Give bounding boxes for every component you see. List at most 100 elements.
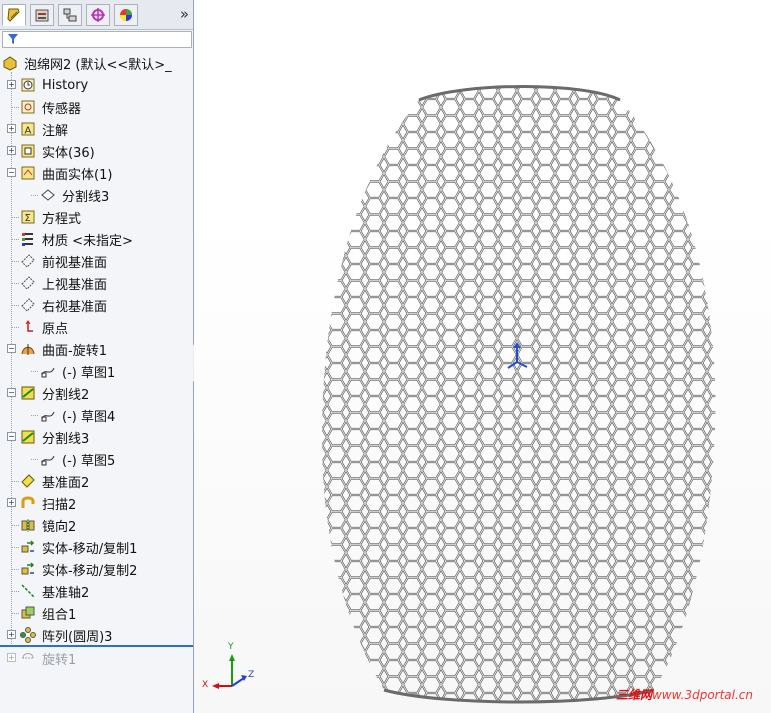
tree-item[interactable]: + A 注解 — [0, 118, 193, 140]
plane-icon — [20, 297, 36, 313]
origin-icon — [20, 319, 36, 335]
expand-panel-icon[interactable]: » — [180, 5, 189, 23]
graphics-viewport[interactable]: Y X Z 三维网www.3dportal.cn — [194, 0, 771, 713]
tree-item-label: 材质 <未指定> — [42, 233, 133, 249]
tree-item[interactable]: 分割线3 — [0, 184, 193, 206]
tree-item-label: 分割线3 — [62, 189, 110, 205]
tree-item[interactable]: 基准面2 — [0, 470, 193, 492]
tree-item-label: 分割线2 — [42, 387, 90, 403]
collapse-toggle-icon[interactable]: − — [7, 168, 16, 177]
tree-item[interactable]: 材质 <未指定> — [0, 228, 193, 250]
mesh-body — [321, 86, 716, 702]
plane-icon — [20, 253, 36, 269]
tree-branch-line — [12, 569, 19, 570]
view-triad: Y X Z — [202, 642, 262, 698]
tree-root-label: 泡绵网2 (默认<<默认>_ — [24, 57, 172, 73]
collapse-toggle-icon[interactable]: − — [7, 432, 16, 441]
tree-item[interactable]: − 分割线2 — [0, 382, 193, 404]
tree-item[interactable]: 传感器 — [0, 96, 193, 118]
tree-item[interactable]: (-) 草图4 — [0, 404, 193, 426]
tree-item-label: 实体-移动/复制1 — [42, 541, 138, 557]
svg-text:A: A — [25, 126, 32, 137]
tree-item[interactable]: + History — [0, 74, 193, 96]
tree-item[interactable]: + 实体(36) — [0, 140, 193, 162]
tree-branch-line — [12, 613, 19, 614]
tree-item-label: 实体-移动/复制2 — [42, 563, 138, 579]
combine-icon — [20, 605, 36, 621]
expand-toggle-icon[interactable]: + — [7, 630, 16, 639]
tree-item[interactable]: − 曲面-旋转1 — [0, 338, 193, 360]
mirror-icon — [20, 517, 36, 533]
revolve-icon — [20, 650, 36, 666]
history-icon — [20, 77, 36, 93]
dimxpert-tab[interactable] — [86, 4, 110, 26]
tree-item-label: 基准轴2 — [42, 585, 90, 601]
tree-root-part[interactable]: 泡绵网2 (默认<<默认>_ — [0, 52, 193, 74]
tree-branch-line — [31, 415, 38, 416]
tree-item-suppressed[interactable]: + 旋转1 — [0, 647, 193, 669]
tree-item[interactable]: 组合1 — [0, 602, 193, 624]
expand-toggle-icon[interactable]: + — [7, 653, 16, 662]
tree-item[interactable]: 基准轴2 — [0, 580, 193, 602]
tree-item[interactable]: 原点 — [0, 316, 193, 338]
configuration-manager-tab[interactable] — [58, 4, 82, 26]
feature-manager-panel: » 泡绵网2 (默认<<默认>_ + History 传感器 + A 注解 + 实体(36) − 曲… — [0, 0, 194, 713]
watermark-url: www.3dportal.cn — [651, 688, 753, 702]
display-manager-tab[interactable] — [114, 4, 138, 26]
tree-item-label: (-) 草图1 — [62, 365, 116, 381]
tree-item-label: 阵列(圆周)3 — [42, 629, 113, 645]
surface-bodies-icon — [20, 165, 36, 181]
tree-item-label: 曲面实体(1) — [42, 167, 113, 183]
tree-item-label: 分割线3 — [42, 431, 90, 447]
triad-y-label: Y — [228, 642, 234, 652]
tree-item[interactable]: 实体-移动/复制2 — [0, 558, 193, 580]
property-manager-tab[interactable] — [30, 4, 54, 26]
tree-item[interactable]: 镜向2 — [0, 514, 193, 536]
tree-item[interactable]: + 阵列(圆周)3 — [0, 624, 193, 646]
tree-item[interactable]: + 扫描2 — [0, 492, 193, 514]
move-copy-icon — [20, 561, 36, 577]
tree-branch-line — [31, 371, 38, 372]
part-icon — [2, 55, 18, 71]
triad-x-label: X — [202, 680, 209, 690]
triad-z-label: Z — [248, 670, 255, 680]
honeycomb-foam-model — [321, 85, 716, 704]
sensor-icon — [20, 99, 36, 115]
tree-item[interactable]: Σ 方程式 — [0, 206, 193, 228]
tree-item-label: 扫描2 — [42, 497, 77, 513]
collapse-toggle-icon[interactable]: − — [7, 388, 16, 397]
feature-manager-tab[interactable] — [2, 4, 26, 26]
tree-item[interactable]: 前视基准面 — [0, 250, 193, 272]
expand-toggle-icon[interactable]: + — [7, 498, 16, 507]
tree-item[interactable]: − 分割线3 — [0, 426, 193, 448]
watermark-cn: 三维网 — [615, 688, 652, 702]
tree-filter-input[interactable] — [2, 31, 192, 48]
tree-branch-line — [12, 547, 19, 548]
sweep-icon — [20, 495, 36, 511]
tree-item-label: 方程式 — [42, 211, 82, 227]
tree-item[interactable]: 实体-移动/复制1 — [0, 536, 193, 558]
tree-item[interactable]: (-) 草图5 — [0, 448, 193, 470]
watermark: 三维网www.3dportal.cn — [616, 686, 753, 703]
ref-plane-icon — [20, 473, 36, 489]
rollback-bar[interactable] — [0, 645, 193, 647]
tree-branch-line — [12, 591, 19, 592]
tree-item[interactable]: − 曲面实体(1) — [0, 162, 193, 184]
dimxpert-icon — [91, 8, 105, 22]
tree-branch-line — [12, 283, 19, 284]
tree-item-label: 曲面-旋转1 — [42, 343, 107, 359]
sketch-icon — [40, 451, 56, 467]
split-line-feature-icon — [20, 385, 36, 401]
tree-item[interactable]: (-) 草图1 — [0, 360, 193, 382]
sketch-icon — [40, 363, 56, 379]
sketch-icon — [40, 407, 56, 423]
expand-toggle-icon[interactable]: + — [7, 146, 16, 155]
expand-toggle-icon[interactable]: + — [7, 124, 16, 133]
tree-item-label: 原点 — [42, 321, 69, 337]
tree-branch-line — [12, 525, 19, 526]
tree-item[interactable]: 右视基准面 — [0, 294, 193, 316]
tree-item[interactable]: 上视基准面 — [0, 272, 193, 294]
collapse-toggle-icon[interactable]: − — [7, 344, 16, 353]
expand-toggle-icon[interactable]: + — [7, 80, 16, 89]
configuration-manager-icon — [63, 8, 77, 22]
